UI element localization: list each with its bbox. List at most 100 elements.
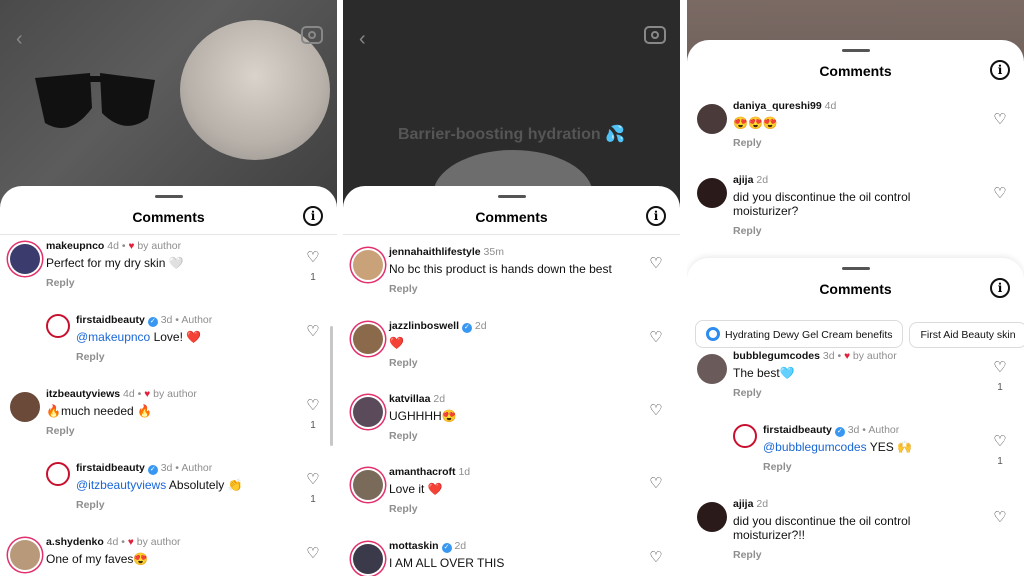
author-tag: Author [181, 462, 213, 474]
avatar[interactable] [353, 397, 383, 427]
comment-text: 🔥much needed 🔥 [46, 404, 152, 418]
comment-username[interactable]: mottaskin [389, 540, 439, 552]
comments-title: Comments [819, 63, 892, 79]
reply-button[interactable]: Reply [46, 277, 75, 289]
comment-username[interactable]: jazzlinboswell [389, 320, 459, 332]
info-icon[interactable]: i [990, 278, 1010, 298]
scrollbar[interactable] [330, 326, 333, 446]
avatar[interactable] [353, 324, 383, 354]
comment-time: 4d [107, 240, 119, 252]
avatar[interactable] [353, 250, 383, 280]
comment-username[interactable]: firstaidbeauty [76, 314, 145, 326]
comment-username[interactable]: a.shydenko [46, 536, 104, 548]
suggestion-chip[interactable]: Hydrating Dewy Gel Cream benefits [695, 320, 904, 348]
reply-button[interactable]: Reply [46, 425, 75, 437]
comment-text: YES 🙌 [866, 440, 912, 454]
drag-handle[interactable] [154, 195, 183, 198]
avatar[interactable] [353, 544, 383, 574]
reply-button[interactable]: Reply [389, 357, 418, 369]
comment-username[interactable]: katvillaa [389, 393, 430, 405]
by-author-label: by author [153, 388, 197, 400]
heart-outline-icon[interactable]: ♡ [305, 250, 321, 266]
panel-gutter [680, 0, 687, 576]
avatar[interactable] [697, 354, 727, 384]
comment-text: I AM ALL OVER THIS [389, 556, 505, 570]
mention-link[interactable]: @itzbeautyviews [76, 478, 166, 492]
heart-outline-icon[interactable]: ♡ [992, 186, 1008, 202]
avatar[interactable] [697, 502, 727, 532]
info-icon[interactable]: i [303, 206, 323, 226]
comment-username[interactable]: ajija [733, 498, 753, 510]
verified-badge-icon: ✓ [147, 465, 158, 475]
mention-link[interactable]: @makeupnco [76, 330, 150, 344]
avatar[interactable] [697, 178, 727, 208]
avatar[interactable] [10, 540, 40, 570]
like-count: 1 [310, 272, 316, 283]
reply-button[interactable]: Reply [733, 137, 762, 149]
heart-outline-icon[interactable]: ♡ [305, 546, 321, 562]
avatar[interactable] [46, 462, 70, 486]
comment-text: The best🩵 [733, 366, 795, 380]
comments-sheet-bottom: Comments i Hydrating Dewy Gel Cream bene… [687, 258, 1024, 576]
heart-outline-icon[interactable]: ♡ [992, 112, 1008, 128]
drag-handle[interactable] [497, 195, 526, 198]
reply-button[interactable]: Reply [733, 225, 762, 237]
comment-username[interactable]: ajija [733, 174, 753, 186]
info-icon[interactable]: i [990, 60, 1010, 80]
reply-button[interactable]: Reply [389, 430, 418, 442]
comment-time: 4d [106, 536, 119, 548]
heart-outline-icon[interactable]: ♡ [992, 434, 1008, 450]
comment-username[interactable]: itzbeautyviews [46, 388, 120, 400]
avatar[interactable] [10, 392, 40, 422]
like-count: 1 [310, 420, 316, 431]
comment-username[interactable]: jennahaithlifestyle [389, 246, 481, 258]
reply-button[interactable]: Reply [389, 503, 418, 515]
heart-outline-icon[interactable]: ♡ [992, 510, 1008, 526]
comment-username[interactable]: makeupnco [46, 240, 104, 252]
avatar[interactable] [733, 424, 757, 448]
ai-search-icon [706, 327, 720, 341]
reply-button[interactable]: Reply [733, 387, 762, 399]
heart-outline-icon[interactable]: ♡ [648, 403, 664, 419]
heart-outline-icon[interactable]: ♡ [305, 472, 321, 488]
heart-outline-icon[interactable]: ♡ [648, 550, 664, 566]
comments-title: Comments [819, 281, 892, 297]
avatar[interactable] [353, 470, 383, 500]
avatar[interactable] [697, 104, 727, 134]
comment-username[interactable]: amanthacroft [389, 466, 456, 478]
suggestion-chip[interactable]: First Aid Beauty skin [909, 322, 1024, 348]
like-count: 1 [997, 382, 1003, 393]
comment-text: One of my faves😍 [46, 552, 149, 566]
heart-outline-icon[interactable]: ♡ [305, 398, 321, 414]
comment-text: did you discontinue the oil control mois… [733, 514, 911, 542]
info-icon[interactable]: i [646, 206, 666, 226]
heart-filled-icon: ♥ [128, 241, 135, 252]
heart-outline-icon[interactable]: ♡ [992, 360, 1008, 376]
comment-text: No bc this product is hands down the bes… [389, 262, 612, 276]
heart-outline-icon[interactable]: ♡ [305, 324, 321, 340]
heart-outline-icon[interactable]: ♡ [648, 256, 664, 272]
comment-text: UGHHHH😍 [389, 409, 457, 423]
avatar[interactable] [10, 244, 40, 274]
camera-icon[interactable] [301, 26, 323, 44]
drag-handle[interactable] [841, 49, 870, 52]
author-tag: Author [868, 424, 900, 436]
comment-username[interactable]: bubblegumcodes [733, 350, 820, 362]
heart-outline-icon[interactable]: ♡ [648, 476, 664, 492]
comment-username[interactable]: firstaidbeauty [76, 462, 145, 474]
reply-button[interactable]: Reply [76, 499, 105, 511]
reply-button[interactable]: Reply [76, 351, 105, 363]
back-arrow-icon[interactable]: ‹ [16, 28, 23, 51]
back-arrow-icon[interactable]: ‹ [359, 28, 366, 51]
mention-link[interactable]: @bubblegumcodes [763, 440, 867, 454]
reply-button[interactable]: Reply [389, 283, 418, 295]
reply-button[interactable]: Reply [733, 549, 762, 561]
heart-outline-icon[interactable]: ♡ [648, 330, 664, 346]
reply-button[interactable]: Reply [763, 461, 792, 473]
camera-icon[interactable] [644, 26, 666, 44]
comment-username[interactable]: daniya_qureshi99 [733, 100, 822, 112]
avatar[interactable] [46, 314, 70, 338]
drag-handle[interactable] [841, 267, 870, 270]
comment-time: 2d [433, 393, 446, 405]
comment-username[interactable]: firstaidbeauty [763, 424, 832, 436]
